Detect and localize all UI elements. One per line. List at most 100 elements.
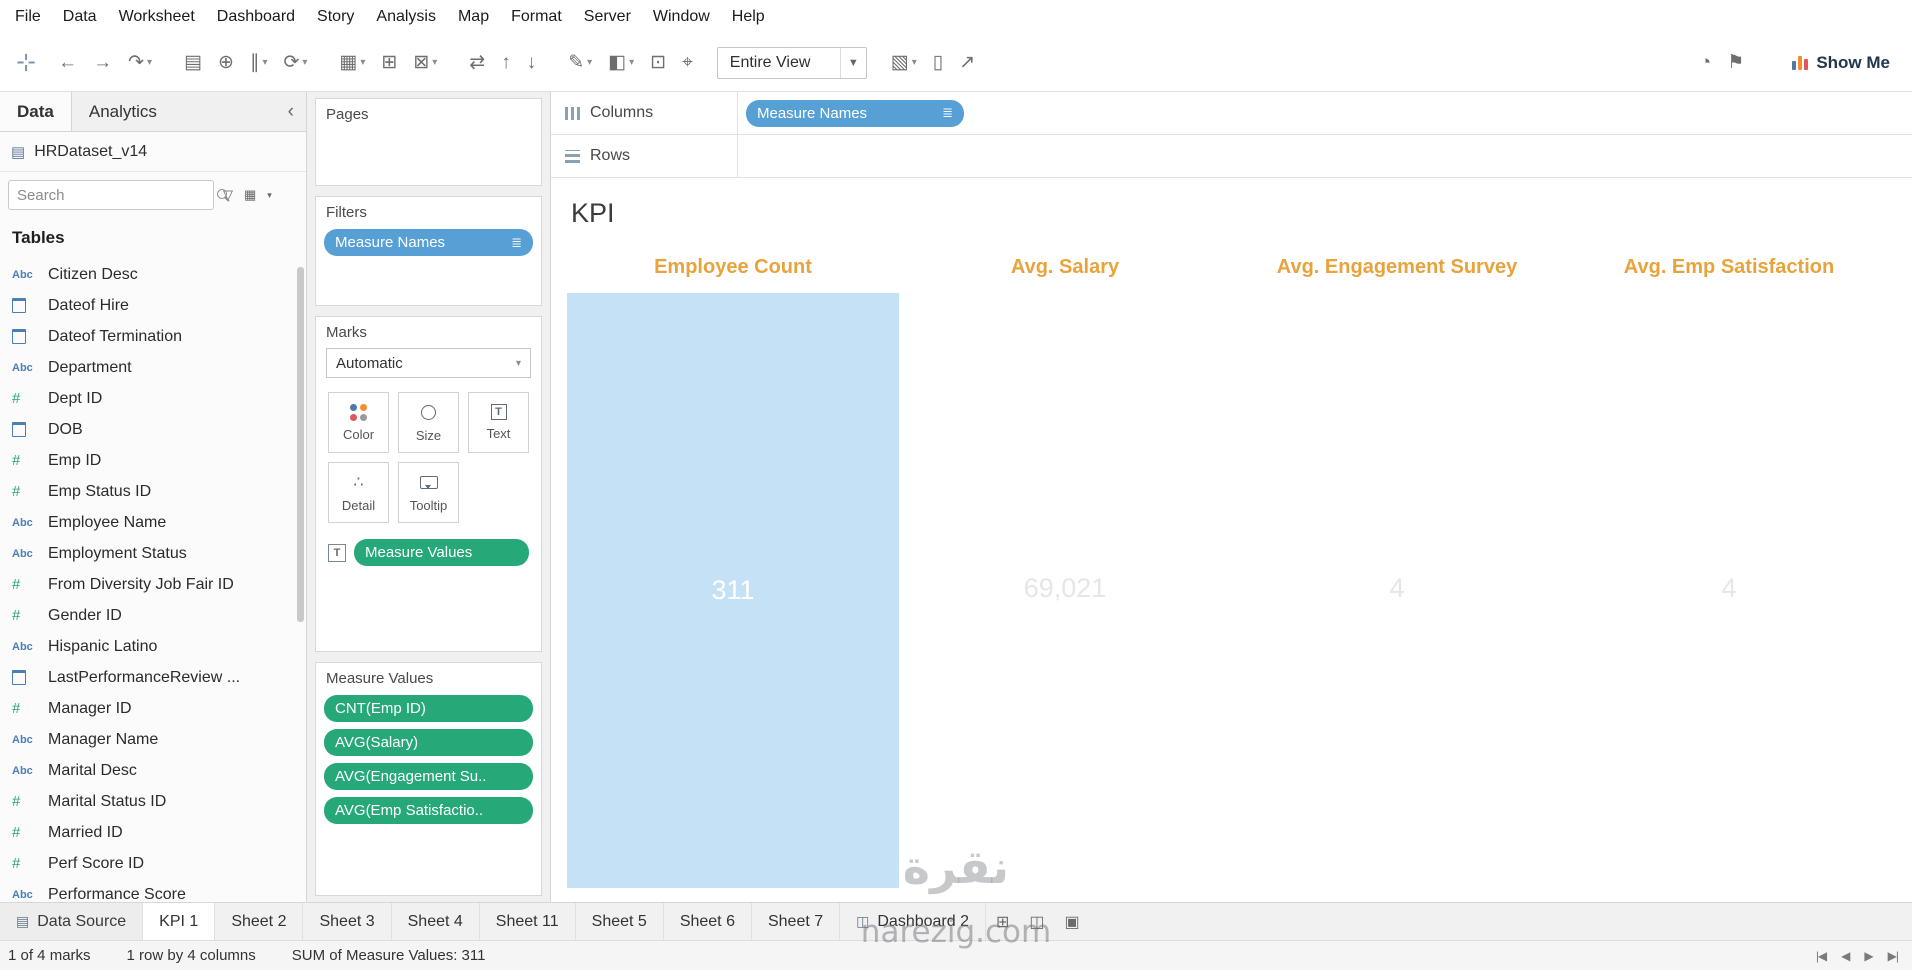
sheet-tab-sheet-11[interactable]: Sheet 11 [480,903,576,940]
column-header[interactable]: Avg. Salary [899,245,1231,289]
menu-item-data[interactable]: Data [52,3,108,31]
toolbar-highlight-button[interactable]: ✎ ▾ [560,45,600,80]
toolbar-sort-descending-button[interactable]: ↓ [519,46,545,80]
sheet-tab-sheet-7[interactable]: Sheet 7 [752,903,841,940]
marks-color-button[interactable]: Color [328,392,389,453]
field-gender-id[interactable]: # Gender ID [0,600,306,631]
search-box[interactable] [8,180,227,210]
pill-avg-emp-satisfactio[interactable]: AVG(Emp Satisfactio.. [324,797,533,824]
pill-cnt-emp-id[interactable]: CNT(Emp ID) [324,695,533,722]
view-toggle-caret-icon[interactable]: ▾ [265,188,274,203]
new-story-tab-button[interactable]: ▣ [1055,903,1090,940]
field-dept-id[interactable]: # Dept ID [0,383,306,414]
toolbar-swap-rows-columns-button[interactable]: ⇄ [461,45,493,80]
field-emp-status-id[interactable]: # Emp Status ID [0,476,306,507]
search-input[interactable] [17,186,216,204]
toolbar-clear-sheet-button[interactable]: ⊠ ▾ [405,45,445,80]
field-marital-desc[interactable]: Abc Marital Desc [0,755,306,786]
field-manager-id[interactable]: # Manager ID [0,693,306,724]
column-header[interactable]: Avg. Engagement Survey [1231,245,1563,289]
new-dashboard-tab-button[interactable]: ◫ [1019,903,1054,940]
datasource-row[interactable]: ▤ HRDataset_v14 [0,132,306,172]
mark-type-select[interactable]: Automatic ▾ [326,348,531,378]
marks-size-button[interactable]: Size [398,392,459,453]
first-sheet-icon[interactable]: |◀ [1816,949,1827,963]
pill-avg-engagement-su[interactable]: AVG(Engagement Su.. [324,763,533,790]
sheet-title[interactable]: KPI [551,178,1912,245]
menu-item-format[interactable]: Format [500,3,573,31]
toolbar-refresh-data-button[interactable]: ⟳ ▾ [275,45,315,80]
toolbar-new-worksheet-button[interactable]: ▦ ▾ [331,45,373,80]
show-me-button[interactable]: Show Me [1780,47,1902,79]
field-dateof-hire[interactable]: Dateof Hire [0,290,306,321]
new-worksheet-tab-button[interactable]: ⊞ [986,903,1019,940]
collapse-pane-icon[interactable]: ‹ [276,92,306,131]
menu-item-file[interactable]: File [4,3,52,31]
tableau-logo-icon[interactable]: ⊹ [10,48,50,77]
field-list-scrollbar[interactable] [297,267,304,622]
field-employee-name[interactable]: Abc Employee Name [0,507,306,538]
columns-shelf-body[interactable]: Measure Names ≣ [738,92,1912,134]
marks-tooltip-button[interactable]: Tooltip [398,462,459,523]
field-lastperformancereview[interactable]: LastPerformanceReview ... [0,662,306,693]
toolbar-presentation-mode-button[interactable]: ▯ [925,45,951,80]
tab-analytics[interactable]: Analytics [72,92,174,131]
menu-item-server[interactable]: Server [573,3,642,31]
sheet-tab-kpi-1[interactable]: KPI 1 [143,903,216,940]
view-toggle-icon[interactable]: ▦ [242,185,258,205]
toolbar-fix-axes-button[interactable]: ⊡ [642,45,674,80]
sheet-tab-sheet-2[interactable]: Sheet 2 [215,903,304,940]
field-citizen-desc[interactable]: Abc Citizen Desc [0,259,306,290]
toolbar-forward-button[interactable]: → [85,46,120,80]
chevron-down-icon[interactable]: ▼ [839,47,866,78]
toolbar-duplicate-sheet-button[interactable]: ⊞ [373,45,405,80]
field-performance-score[interactable]: Abc Performance Score [0,879,306,903]
field-from-diversity-job-fair-id[interactable]: # From Diversity Job Fair ID [0,569,306,600]
marks-detail-button[interactable]: ∴ Detail [328,462,389,523]
pill-avg-salary[interactable]: AVG(Salary) [324,729,533,756]
pill-measure-values[interactable]: Measure Values [354,539,529,566]
pill-measure-names[interactable]: Measure Names ≣ [746,99,964,127]
field-manager-name[interactable]: Abc Manager Name [0,724,306,755]
menu-item-worksheet[interactable]: Worksheet [108,3,206,31]
sheet-tab-sheet-3[interactable]: Sheet 3 [303,903,392,940]
column-header[interactable]: Avg. Emp Satisfaction [1563,245,1895,289]
menu-item-map[interactable]: Map [447,3,500,31]
menu-item-window[interactable]: Window [642,3,721,31]
toolbar-share-workbook-button[interactable]: ↗ [951,45,983,80]
field-married-id[interactable]: # Married ID [0,817,306,848]
prev-sheet-icon[interactable]: ◀ [1841,949,1850,963]
toolbar-save-button[interactable]: ▤ [176,45,210,80]
menu-item-help[interactable]: Help [721,3,776,31]
field-dateof-termination[interactable]: Dateof Termination [0,321,306,352]
field-perf-score-id[interactable]: # Perf Score ID [0,848,306,879]
toolbar-mark-labels-button[interactable]: ◧ ▾ [600,45,642,80]
field-hispanic-latino[interactable]: Abc Hispanic Latino [0,631,306,662]
sheet-tab-sheet-6[interactable]: Sheet 6 [664,903,752,940]
sheet-tab-sheet-4[interactable]: Sheet 4 [392,903,480,940]
toolbar-add-data-source-button[interactable]: ⊕ [210,45,242,80]
toolbar-pause-auto-updates-button[interactable]: ∥ ▾ [242,45,276,80]
toolbar-back-button[interactable]: ← [50,46,85,80]
field-marital-status-id[interactable]: # Marital Status ID [0,786,306,817]
menu-item-analysis[interactable]: Analysis [365,3,447,31]
tab-data[interactable]: Data [0,92,72,131]
toolbar-show-hide-cards-button[interactable]: ▧ ▾ [883,45,925,80]
pill-measure-names[interactable]: Measure Names ≣ [324,229,533,256]
toolbar-pin-button[interactable]: ⌖ [674,46,701,80]
sheet-tab-data-source[interactable]: ▤ Data Source [0,903,144,940]
fit-selector[interactable]: Entire View ▼ [716,46,867,79]
column-header[interactable]: Employee Count [567,245,899,289]
field-department[interactable]: Abc Department [0,352,306,383]
field-employment-status[interactable]: Abc Employment Status [0,538,306,569]
field-emp-id[interactable]: # Emp ID [0,445,306,476]
selected-bar-mark[interactable]: 311 [567,293,899,888]
menu-item-story[interactable]: Story [306,3,365,31]
toolbar-undo-redo-button[interactable]: ↷ ▾ [120,45,160,80]
last-sheet-icon[interactable]: ▶| [1888,949,1899,963]
toolbar-notifications-button[interactable]: ◔ [1692,46,1719,80]
rows-shelf-body[interactable] [738,135,1912,177]
field-dob[interactable]: DOB [0,414,306,445]
marks-text-button[interactable]: T Text [468,392,529,453]
toolbar-flag-button[interactable]: ⚑ [1719,45,1752,80]
